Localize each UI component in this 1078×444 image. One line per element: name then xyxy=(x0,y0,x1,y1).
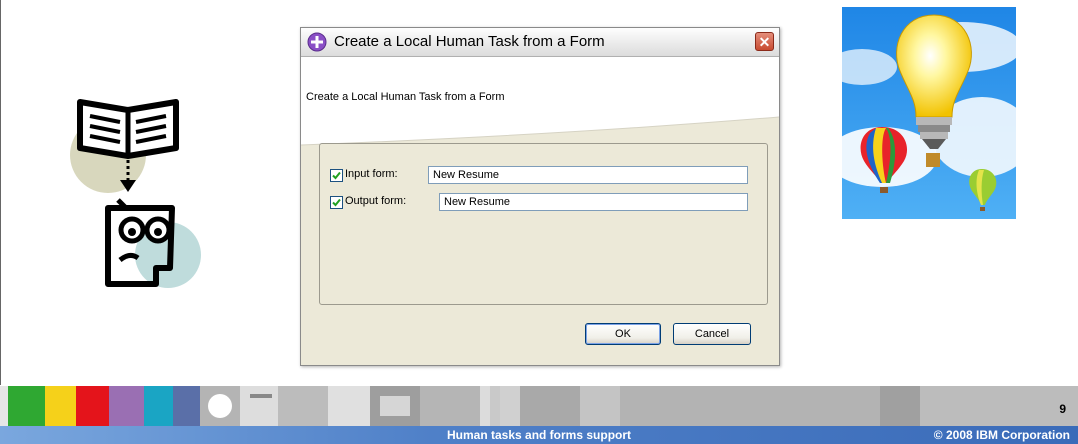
ok-button[interactable]: OK xyxy=(585,323,661,345)
wizard-plus-icon xyxy=(307,32,327,52)
cancel-button[interactable]: Cancel xyxy=(673,323,751,345)
checkmark-icon xyxy=(332,198,341,207)
output-form-checkbox[interactable] xyxy=(330,196,343,209)
copyright-text: © 2008 IBM Corporation xyxy=(933,428,1070,442)
output-form-label: Output form: xyxy=(345,195,407,207)
close-button[interactable]: ✕ xyxy=(755,32,774,51)
output-form-row: Output form: xyxy=(330,193,750,212)
close-icon: ✕ xyxy=(758,34,771,50)
input-form-field[interactable] xyxy=(428,166,748,184)
input-form-row: Input form: xyxy=(330,166,750,185)
dialog-description: Create a Local Human Task from a Form xyxy=(306,91,505,103)
checkmark-icon xyxy=(332,171,341,180)
footer-title: Human tasks and forms support xyxy=(446,428,632,442)
slide-footer: Human tasks and forms support © 2008 IBM… xyxy=(0,426,1078,444)
slide-left-border xyxy=(0,0,1,385)
input-form-label: Input form: xyxy=(345,168,398,180)
dialog-title: Create a Local Human Task from a Form xyxy=(334,33,605,50)
output-form-field[interactable] xyxy=(439,193,748,211)
create-human-task-dialog: Create a Local Human Task from a Form ✕ … xyxy=(300,27,780,366)
footer-color-strip xyxy=(0,386,1078,426)
dialog-titlebar[interactable]: Create a Local Human Task from a Form ✕ xyxy=(301,28,779,57)
page-number: 9 xyxy=(1059,402,1066,416)
input-form-checkbox[interactable] xyxy=(330,169,343,182)
header-decoration xyxy=(301,116,779,154)
lightbulb-balloons-icon xyxy=(842,7,1016,219)
book-to-reader-icon xyxy=(70,99,201,288)
